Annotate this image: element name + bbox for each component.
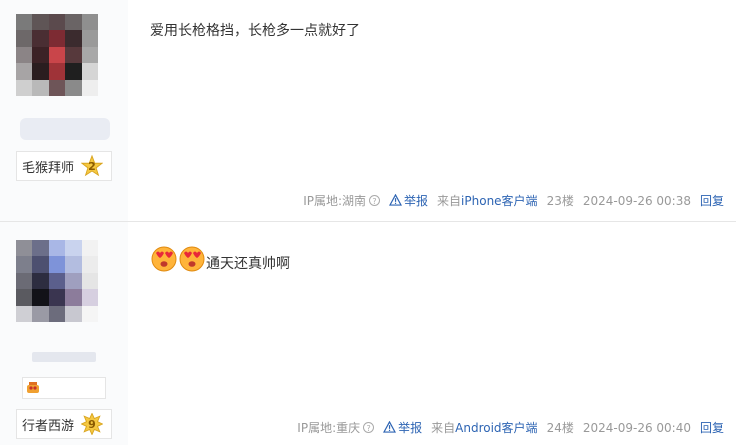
source-prefix: 来自: [431, 421, 456, 435]
level-number: 2: [88, 160, 96, 173]
report-label[interactable]: 举报: [398, 421, 422, 435]
heart-eyes-emoji-icon: [179, 246, 205, 272]
post-datetime: 2024-09-26 00:40: [582, 420, 691, 435]
help-icon[interactable]: ?: [363, 422, 375, 433]
ip-location: IP属地:重庆: [297, 421, 361, 435]
warning-icon: [389, 194, 403, 206]
ip-location: IP属地:湖南: [303, 194, 367, 208]
warning-icon: [383, 421, 397, 433]
reply-link[interactable]: 回复: [700, 192, 724, 209]
level-badge: 2: [81, 155, 103, 177]
floor-number: 24楼: [546, 421, 574, 435]
avatar[interactable]: [16, 14, 98, 96]
level-number: 9: [88, 418, 96, 431]
post-floor-24: 行者西游 9 通天还真帅啊 IP属地:重庆 ? 举报 来自 Android客户端 …: [0, 222, 736, 445]
post-floor-23: 毛猴拜师 2 爱用长枪格挡，长枪多一点就好了 IP属地:湖南 ? 举报 来自 iP…: [0, 0, 736, 221]
honor-badge-box: [22, 377, 106, 399]
source-prefix: 来自: [437, 194, 462, 208]
report-label[interactable]: 举报: [404, 194, 428, 208]
username[interactable]: 行者西游: [22, 415, 74, 434]
blurred-user-info: [20, 118, 110, 140]
author-sidebar: 毛猴拜师 2: [0, 0, 128, 221]
username[interactable]: 毛猴拜师: [22, 157, 74, 176]
client-link[interactable]: iPhone客户端: [461, 192, 538, 209]
badge-icon: [27, 382, 39, 393]
floor-number: 23楼: [546, 194, 574, 208]
heart-eyes-emoji-icon: [151, 246, 177, 272]
username-box[interactable]: 行者西游 9: [16, 409, 112, 439]
report-link[interactable]: 举报: [383, 419, 422, 436]
blurred-user-info: [32, 352, 96, 362]
help-icon[interactable]: ?: [369, 195, 381, 206]
post-meta: IP属地:重庆 ? 举报 来自 Android客户端 24楼 2024-09-26…: [297, 419, 724, 436]
author-sidebar: 行者西游 9: [0, 222, 128, 445]
report-link[interactable]: 举报: [389, 192, 428, 209]
avatar[interactable]: [16, 240, 98, 322]
post-meta: IP属地:湖南 ? 举报 来自 iPhone客户端 23楼 2024-09-26 …: [303, 192, 724, 209]
client-link[interactable]: Android客户端: [455, 419, 537, 436]
post-content: 通天还真帅啊: [150, 244, 290, 273]
reply-link[interactable]: 回复: [700, 419, 724, 436]
post-content: 爱用长枪格挡，长枪多一点就好了: [150, 23, 360, 39]
post-datetime: 2024-09-26 00:38: [582, 193, 691, 208]
level-badge: 9: [81, 413, 103, 435]
post-text: 通天还真帅啊: [206, 256, 290, 272]
username-box[interactable]: 毛猴拜师 2: [16, 151, 112, 181]
